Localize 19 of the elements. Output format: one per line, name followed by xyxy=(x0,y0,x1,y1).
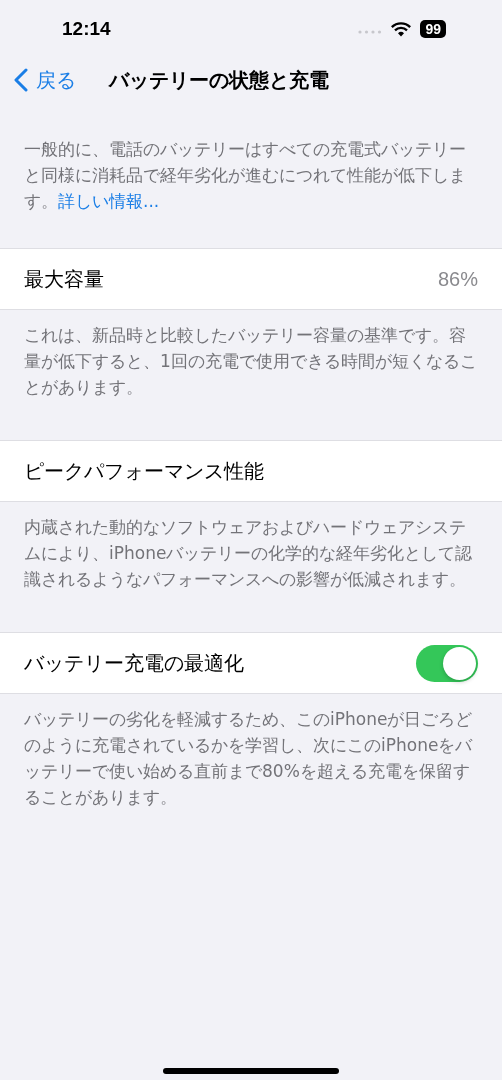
battery-level: 99 xyxy=(420,20,446,38)
row-label: ピークパフォーマンス性能 xyxy=(24,458,264,485)
page-title: バッテリーの状態と充電 xyxy=(109,66,329,94)
row-value: 86% xyxy=(437,267,478,291)
toggle-switch[interactable] xyxy=(416,644,478,682)
footer-text: 内蔵された動的なソフトウェアおよびハードウェアシステムにより、iPhoneバッテリーの化学的な経年劣化として認識されるようなパフォーマンスへの影響が低減されます。 xyxy=(23,516,474,591)
wifi-icon xyxy=(391,21,412,37)
footer-text: これは、新品時と比較したバッテリー容量の基準です。容量が低下すると、1回の充電で使用できる時間が短くなることがあります。 xyxy=(23,324,478,399)
back-button[interactable]: 戻る xyxy=(14,66,76,94)
intro-text: 一般的に、電話のバッテリーはすべての充電式バッテリーと同様に消耗品で経年劣化が進むにつれて性能が低下します。詳しい情報... xyxy=(23,138,467,213)
footer-text: バッテリーの劣化を軽減するため、このiPhoneが日ごろどのように充電されているかを学習し、次にこのiPhoneをバッテリーで使い始める直前まで80%を超える充電を保留することがあります。 xyxy=(23,708,474,809)
signal-icon xyxy=(358,30,383,34)
row-label: バッテリー充電の最適化 xyxy=(24,650,244,677)
more-info-link[interactable]: 詳しい情報... xyxy=(58,191,160,211)
settings-row[interactable]: ピークパフォーマンス性能 xyxy=(0,440,502,502)
row-label: 最大容量 xyxy=(24,266,104,293)
settings-row[interactable]: 最大容量 86% xyxy=(0,248,502,310)
chevron-left-icon xyxy=(14,68,28,92)
status-time: 12:14 xyxy=(62,18,111,40)
